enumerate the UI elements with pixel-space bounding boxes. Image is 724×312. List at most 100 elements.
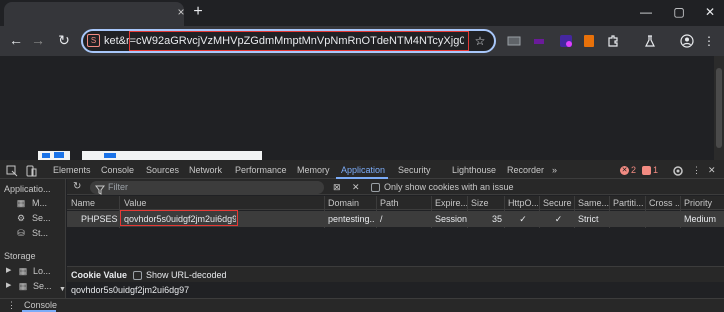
issue-count[interactable]: 1 bbox=[653, 162, 658, 178]
gear-icon: ⚙ bbox=[16, 213, 26, 223]
extension-icon[interactable] bbox=[557, 32, 575, 50]
console-drawer-bar bbox=[0, 298, 724, 312]
error-count[interactable]: 2 bbox=[631, 162, 636, 178]
cookie-partition-cell[interactable] bbox=[613, 212, 644, 226]
reload-button[interactable]: ↻ bbox=[54, 30, 74, 50]
sidebar-item-service-workers[interactable]: Se... bbox=[32, 212, 51, 224]
column-header-path[interactable]: Path bbox=[380, 197, 428, 210]
clear-filtered-cookies-icon[interactable]: ⊠ bbox=[333, 181, 341, 193]
extension-icon[interactable] bbox=[530, 32, 548, 50]
column-header-cross-site[interactable]: Cross ... bbox=[649, 197, 679, 210]
column-divider bbox=[645, 196, 646, 228]
tab-sources[interactable]: Sources bbox=[146, 162, 179, 178]
tab-close-icon[interactable]: × bbox=[174, 4, 188, 20]
back-button[interactable]: ← bbox=[6, 30, 26, 50]
bookmark-star-icon[interactable]: ☆ bbox=[471, 32, 489, 50]
column-header-samesite[interactable]: Same... bbox=[578, 197, 609, 210]
profile-avatar-icon[interactable] bbox=[678, 32, 696, 50]
column-header-priority[interactable]: Priority bbox=[684, 197, 720, 210]
issues-icon[interactable] bbox=[642, 166, 651, 175]
maximize-button[interactable]: ▢ bbox=[667, 3, 691, 21]
sidebar-item-session-storage[interactable]: Se... bbox=[33, 280, 52, 292]
column-divider bbox=[680, 196, 681, 228]
more-tabs-icon[interactable]: » bbox=[552, 162, 557, 178]
expand-arrow-icon[interactable]: ▶ bbox=[6, 265, 11, 277]
tab-security[interactable]: Security bbox=[398, 162, 431, 178]
tab-memory[interactable]: Memory bbox=[297, 162, 330, 178]
minimize-button[interactable]: — bbox=[634, 3, 658, 21]
sidebar-heading-storage: Storage bbox=[4, 251, 36, 261]
column-header-value[interactable]: Value bbox=[124, 197, 322, 210]
column-divider bbox=[539, 196, 540, 228]
sidebar-item-storage[interactable]: St... bbox=[32, 227, 48, 239]
column-header-size[interactable]: Size bbox=[471, 197, 502, 210]
tab-performance[interactable]: Performance bbox=[235, 162, 287, 178]
tab-console[interactable]: Console bbox=[101, 162, 134, 178]
cookie-cross-site-cell[interactable] bbox=[649, 212, 679, 226]
refresh-icon[interactable]: ↻ bbox=[73, 181, 81, 193]
extensions-puzzle-icon[interactable] bbox=[604, 32, 622, 50]
cookie-domain-cell[interactable]: pentesting.... bbox=[328, 212, 374, 226]
device-toolbar-icon[interactable] bbox=[25, 164, 37, 177]
forward-button[interactable]: → bbox=[28, 30, 48, 50]
column-divider bbox=[431, 196, 432, 228]
issue-filter-checkbox[interactable] bbox=[371, 183, 380, 192]
extension-icon[interactable] bbox=[580, 32, 598, 50]
column-divider bbox=[574, 196, 575, 228]
cookie-value-label: Cookie Value bbox=[71, 270, 128, 280]
settings-gear-icon[interactable] bbox=[672, 164, 684, 176]
column-header-name[interactable]: Name bbox=[71, 197, 117, 210]
url-decoded-checkbox[interactable] bbox=[133, 271, 142, 280]
tab-lighthouse[interactable]: Lighthouse bbox=[452, 162, 496, 178]
cookie-samesite-cell[interactable]: Strict bbox=[578, 212, 609, 226]
close-devtools-icon[interactable]: ✕ bbox=[708, 162, 716, 178]
close-window-button[interactable]: ✕ bbox=[698, 3, 722, 21]
cookie-size-cell[interactable]: 35 bbox=[471, 212, 502, 226]
devtools-menu-icon[interactable]: ⋮ bbox=[692, 162, 701, 178]
column-divider bbox=[609, 196, 610, 228]
sidebar-item-local-storage[interactable]: Lo... bbox=[33, 265, 51, 277]
url-token-text: cW92aGRvcjVzMHVpZGdmMmptMnVpNmRnOTdeNTM4… bbox=[136, 35, 464, 47]
cookie-priority-cell[interactable]: Medium bbox=[684, 212, 720, 226]
cookie-httponly-cell[interactable]: ✓ bbox=[508, 212, 538, 226]
more-menu-icon[interactable]: ⋮ bbox=[700, 32, 718, 50]
page-image-fragment bbox=[104, 153, 116, 158]
new-tab-button[interactable]: + bbox=[190, 2, 206, 22]
page-scrollbar-thumb[interactable] bbox=[716, 68, 722, 148]
filter-icon bbox=[95, 182, 105, 195]
tab-recorder[interactable]: Recorder bbox=[507, 162, 544, 178]
flask-icon[interactable] bbox=[641, 32, 659, 50]
tab-network[interactable]: Network bbox=[189, 162, 222, 178]
error-icon[interactable]: ✕ bbox=[620, 166, 629, 175]
column-header-domain[interactable]: Domain bbox=[328, 197, 374, 210]
table-icon: ▦ bbox=[18, 281, 28, 291]
browser-tab[interactable] bbox=[4, 2, 184, 26]
tab-elements[interactable]: Elements bbox=[53, 162, 91, 178]
cookie-value-cell[interactable]: qovhdor5s0uidgf2jm2ui6dg97 bbox=[124, 212, 236, 226]
page-image-fragment bbox=[42, 153, 50, 158]
page-image-fragment bbox=[54, 152, 64, 158]
column-header-httponly[interactable]: HttpO... bbox=[508, 197, 538, 210]
cookie-secure-cell[interactable]: ✓ bbox=[543, 212, 574, 226]
cookie-value-text[interactable]: qovhdor5s0uidgf2jm2ui6dg97 bbox=[71, 283, 189, 297]
column-divider bbox=[376, 196, 377, 228]
table-icon: ▦ bbox=[18, 266, 28, 276]
extension-icon[interactable] bbox=[505, 32, 523, 50]
column-header-partition-key[interactable]: Partiti... bbox=[613, 197, 644, 210]
scroll-down-icon[interactable]: ▼ bbox=[59, 284, 66, 296]
column-divider bbox=[504, 196, 505, 228]
site-info-icon[interactable]: S bbox=[87, 34, 100, 47]
manifest-icon: ▦ bbox=[16, 198, 26, 208]
drawer-menu-icon[interactable]: ⋮ bbox=[7, 299, 16, 311]
column-header-expires[interactable]: Expire... bbox=[435, 197, 467, 210]
cookie-name-cell[interactable]: PHPSES... bbox=[81, 212, 118, 226]
inspect-element-icon[interactable] bbox=[6, 164, 18, 177]
tab-application[interactable]: Application bbox=[341, 162, 385, 178]
column-header-secure[interactable]: Secure bbox=[543, 197, 574, 210]
clear-all-cookies-icon[interactable]: ✕ bbox=[352, 181, 360, 193]
cookie-expires-cell[interactable]: Session bbox=[435, 212, 467, 226]
expand-arrow-icon[interactable]: ▶ bbox=[6, 280, 11, 292]
sidebar-item-manifest[interactable]: M... bbox=[32, 197, 47, 209]
cookie-path-cell[interactable]: / bbox=[380, 212, 428, 226]
url-decoded-label: Show URL-decoded bbox=[146, 270, 227, 280]
